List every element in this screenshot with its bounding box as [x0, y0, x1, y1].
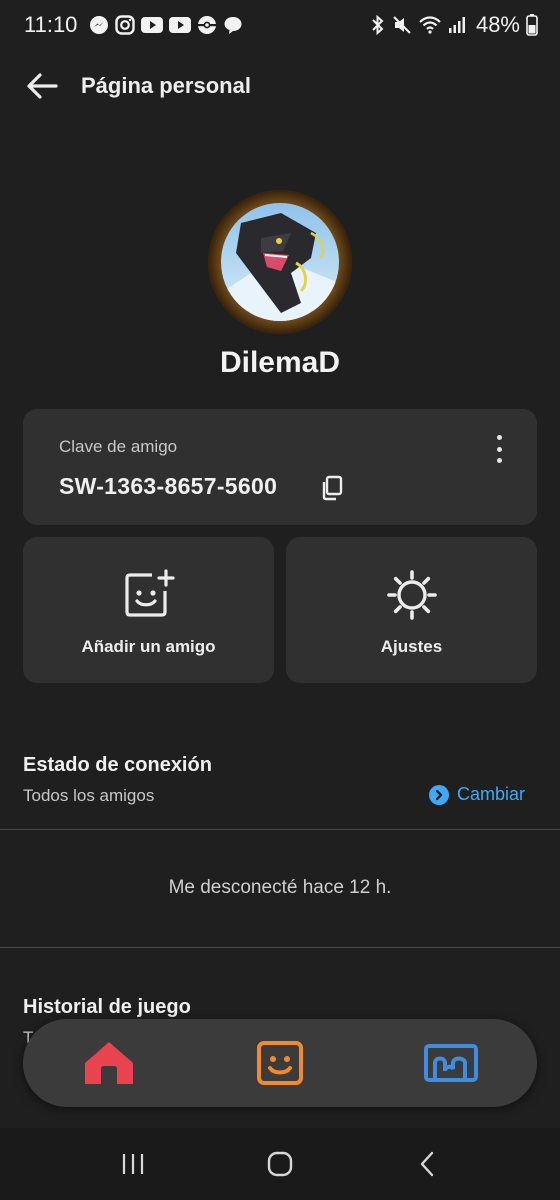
chevron-left-icon: [420, 1151, 433, 1177]
home-circle-icon: [267, 1151, 293, 1177]
status-bar-right: 48%: [370, 12, 538, 38]
status-time: 11:10: [24, 12, 78, 37]
recent-apps-icon: [123, 1154, 144, 1174]
divider: [0, 947, 560, 948]
add-friend-button[interactable]: Añadir un amigo: [23, 537, 274, 683]
online-status-title: Estado de conexión: [23, 754, 212, 776]
status-bar-left: 11:10: [24, 12, 243, 38]
bottom-navigation: [23, 1019, 537, 1107]
wifi-icon: [418, 15, 442, 35]
avatar-image: [221, 203, 339, 321]
battery-icon: [526, 14, 538, 36]
change-status-button[interactable]: Cambiar: [428, 784, 525, 805]
change-status-label: Cambiar: [456, 784, 525, 804]
mute-icon: [392, 15, 412, 35]
nav-friends-button[interactable]: [248, 1031, 312, 1095]
youtube-icon: [141, 16, 164, 34]
divider: [0, 829, 560, 830]
battery-percentage: 48%: [475, 12, 520, 37]
friend-code-value: SW-1363-8657-5600: [59, 473, 278, 499]
friend-code-label: Clave de amigo: [59, 437, 178, 456]
nav-album-button[interactable]: [419, 1031, 483, 1095]
username: DilemaD: [219, 346, 341, 379]
home-system-button[interactable]: [250, 1134, 310, 1194]
album-icon: [424, 1044, 479, 1082]
more-options-icon[interactable]: [487, 435, 511, 463]
messenger-icon: [89, 15, 109, 35]
bluetooth-icon: [370, 15, 386, 35]
arrow-left-icon: [27, 73, 58, 99]
gear-icon: [286, 569, 537, 621]
play-history-title: Historial de juego: [23, 996, 191, 1018]
add-friend-icon: [23, 569, 274, 619]
avatar[interactable]: [208, 190, 352, 334]
pokeball-icon: [197, 15, 217, 35]
chevron-right-icon: [428, 784, 449, 805]
online-status-value: Todos los amigos: [23, 786, 155, 805]
settings-button[interactable]: Ajustes: [286, 537, 537, 683]
last-seen-text: Me desconecté hace 12 h.: [168, 877, 392, 898]
recent-apps-button[interactable]: [103, 1134, 163, 1194]
friend-code-card: Clave de amigo SW-1363-8657-5600: [23, 409, 537, 525]
system-navigation-bar: [0, 1128, 560, 1200]
back-system-button[interactable]: [397, 1134, 457, 1194]
signal-icon: [448, 16, 466, 34]
add-friend-label: Añadir un amigo: [81, 637, 216, 656]
status-bar: 11:10 48%: [0, 0, 560, 50]
chat-bubble-icon: [223, 15, 243, 35]
nav-home-button[interactable]: [77, 1031, 141, 1095]
back-button[interactable]: [22, 66, 62, 106]
smiley-face-icon: [256, 1041, 303, 1085]
youtube-icon: [169, 16, 192, 34]
page-title: Página personal: [81, 73, 251, 98]
copy-icon[interactable]: [320, 475, 344, 506]
settings-label: Ajustes: [380, 637, 443, 656]
home-icon: [84, 1042, 133, 1084]
instagram-icon: [115, 15, 136, 35]
app-header: Página personal: [0, 58, 560, 114]
